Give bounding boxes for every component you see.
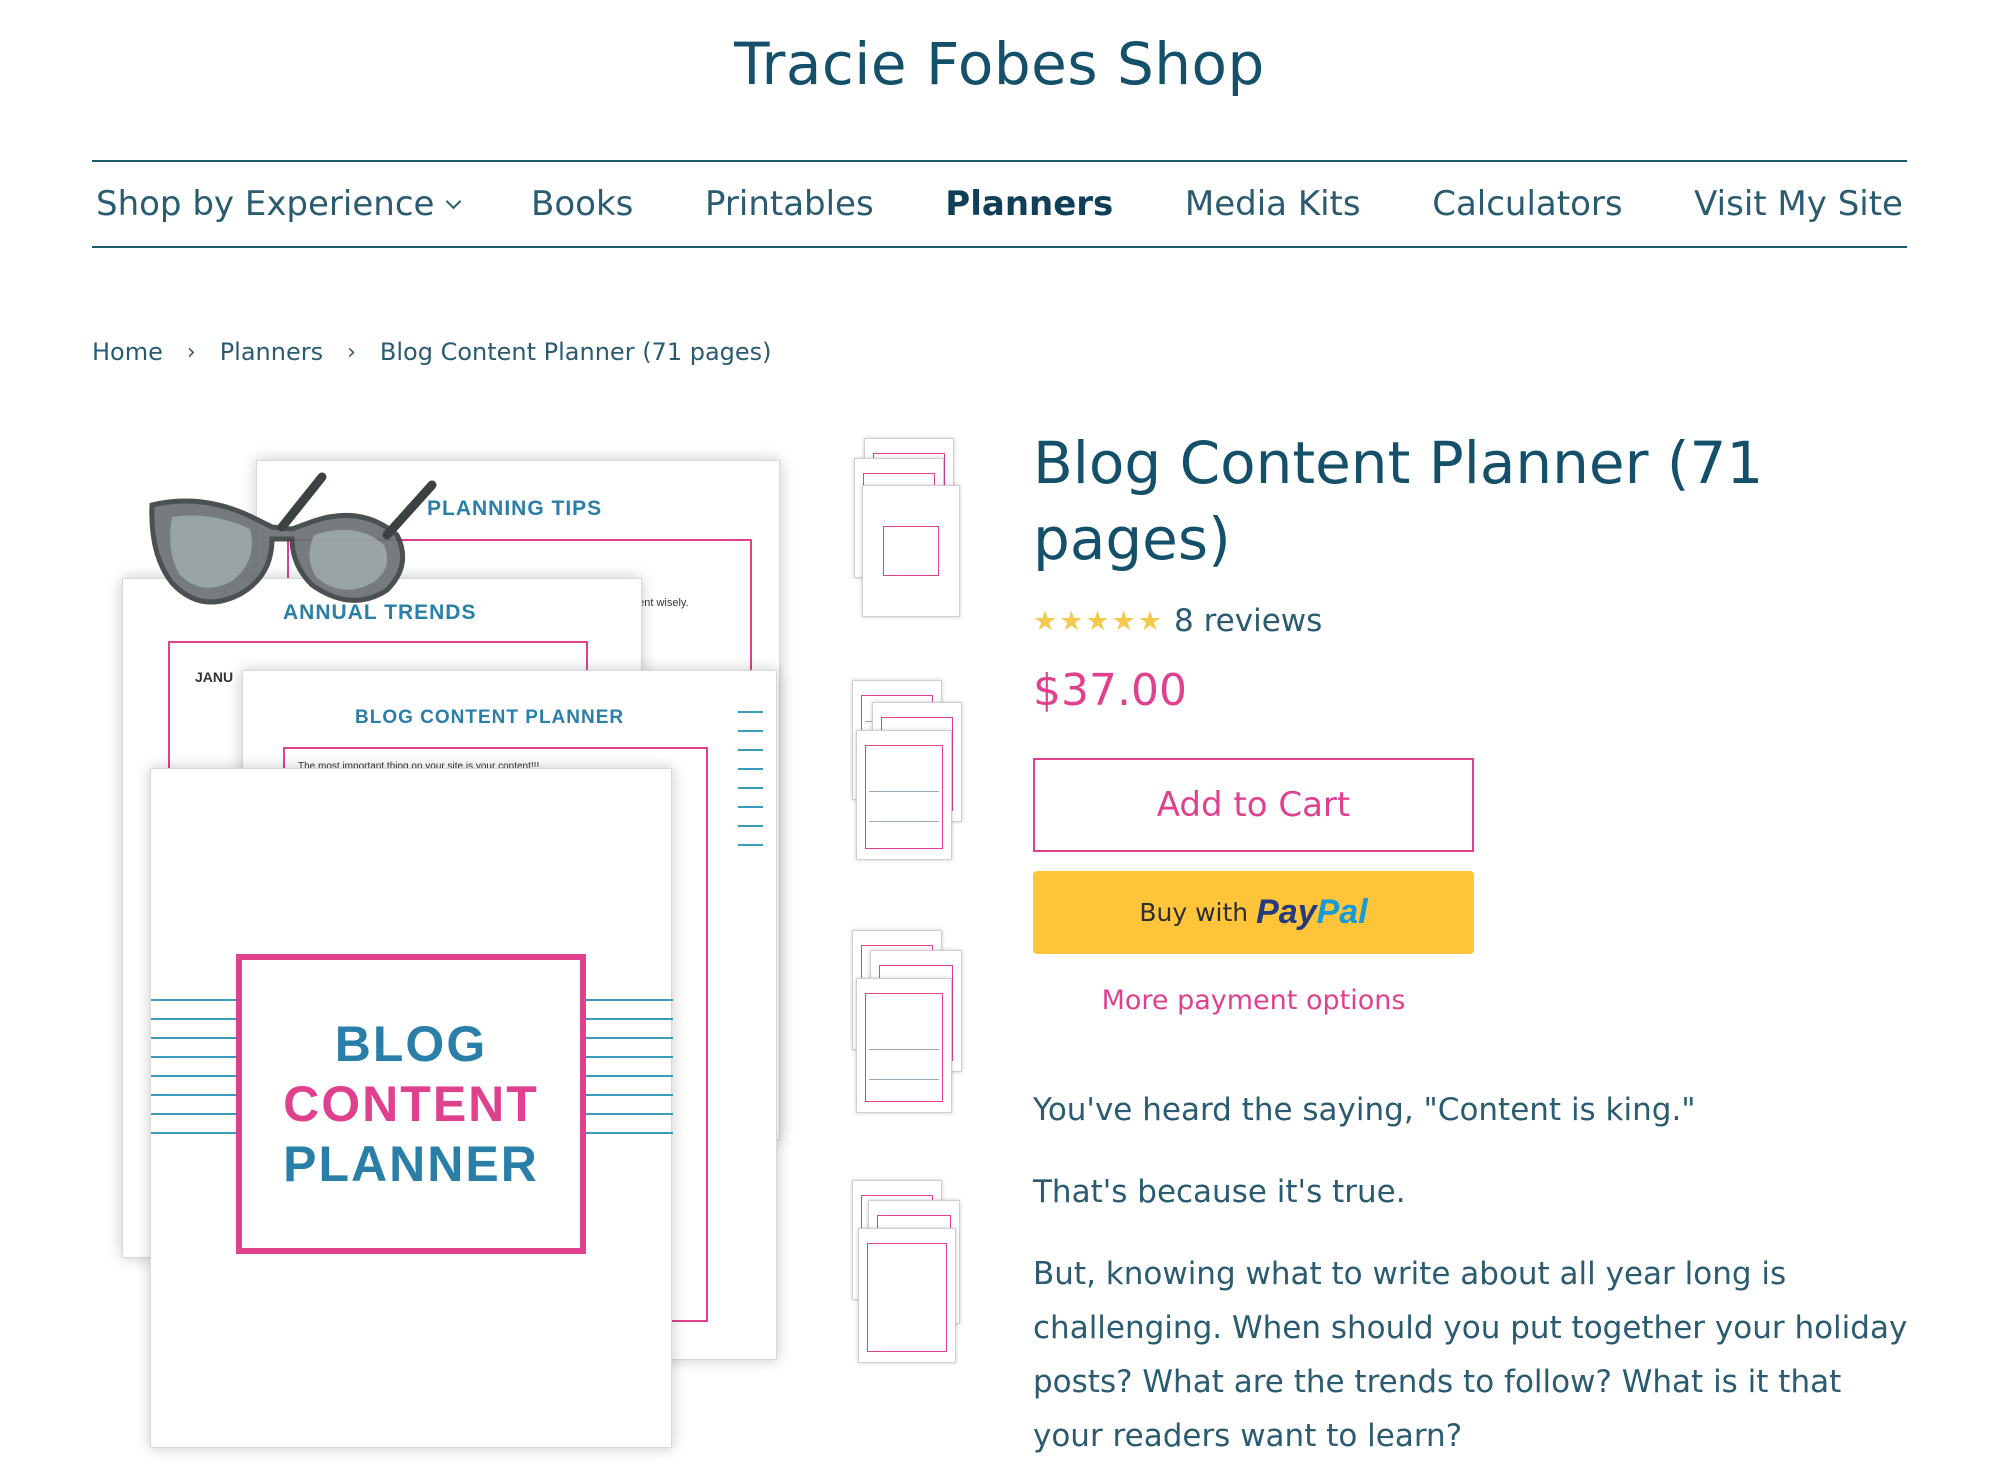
paypal-buy-label: Buy with	[1139, 898, 1249, 927]
nav-shop-by-experience[interactable]: Shop by Experience	[96, 184, 462, 224]
description-paragraph: But, knowing what to write about all yea…	[1033, 1256, 1908, 1454]
cover-title-box: BLOG CONTENT PLANNER	[236, 954, 586, 1254]
add-to-cart-button[interactable]: Add to Cart	[1033, 758, 1474, 852]
paypal-logo-icon: PayPal	[1256, 893, 1368, 931]
description-paragraph: You've heard the saying, "Content is kin…	[1033, 1092, 1696, 1128]
annual-trends-january: JANU	[195, 669, 234, 685]
thumbnail-4[interactable]	[842, 1180, 972, 1380]
star-rating-icon: ★★★★★	[1033, 605, 1165, 637]
cover-line-blog: BLOG	[334, 1016, 488, 1072]
nav-books[interactable]: Books	[531, 184, 633, 224]
blog-content-planner-heading: BLOG CONTENT PLANNER	[355, 707, 625, 728]
cover-page: BLOG CONTENT PLANNER	[150, 768, 673, 1448]
glasses-icon	[149, 472, 437, 605]
description-paragraph: That's because it's true.	[1033, 1174, 1406, 1210]
thumbnail-2[interactable]	[842, 680, 972, 880]
chevron-down-icon	[446, 193, 462, 209]
cover-line-planner: PLANNER	[283, 1136, 539, 1192]
breadcrumb-current: Blog Content Planner (71 pages)	[379, 338, 772, 366]
sheet-stripes	[738, 711, 763, 863]
thumbnail-3[interactable]	[842, 930, 972, 1130]
product-description: You've heard the saying, "Content is kin…	[1033, 1083, 1913, 1484]
breadcrumb-home[interactable]: Home	[92, 338, 163, 366]
breadcrumb-separator-icon: ›	[186, 339, 196, 365]
breadcrumb-separator-icon: ›	[347, 339, 356, 365]
product-rating[interactable]: ★★★★★ 8 reviews	[1033, 603, 1322, 639]
cover-stripes-left	[151, 999, 236, 1151]
breadcrumb: Home › Planners › Blog Content Planner (…	[92, 338, 772, 366]
main-product-image[interactable]: PLANNING TIPS ent ideas to chance. Take …	[92, 430, 792, 1470]
nav-shop-by-experience-label: Shop by Experience	[96, 184, 435, 224]
thumbnail-1[interactable]	[842, 430, 972, 630]
nav-calculators[interactable]: Calculators	[1432, 184, 1622, 224]
product-price: $37.00	[1033, 665, 1187, 716]
nav-media-kits[interactable]: Media Kits	[1185, 184, 1361, 224]
paypal-button[interactable]: Buy with PayPal	[1033, 871, 1474, 954]
site-title[interactable]: Tracie Fobes Shop	[0, 30, 1999, 98]
main-nav: Shop by Experience Books Printables Plan…	[92, 160, 1907, 248]
breadcrumb-planners[interactable]: Planners	[220, 338, 323, 366]
nav-visit-my-site[interactable]: Visit My Site	[1694, 184, 1903, 224]
more-payment-options-link[interactable]: More payment options	[1033, 985, 1474, 1016]
cover-line-content: CONTENT	[283, 1076, 539, 1132]
cover-stripes-right	[586, 999, 673, 1151]
planning-tips-heading: PLANNING TIPS	[427, 497, 603, 520]
nav-planners[interactable]: Planners	[945, 184, 1113, 224]
product-title: Blog Content Planner (71 pages)	[1033, 429, 1764, 573]
nav-printables[interactable]: Printables	[705, 184, 874, 224]
review-count: 8 reviews	[1174, 603, 1323, 639]
